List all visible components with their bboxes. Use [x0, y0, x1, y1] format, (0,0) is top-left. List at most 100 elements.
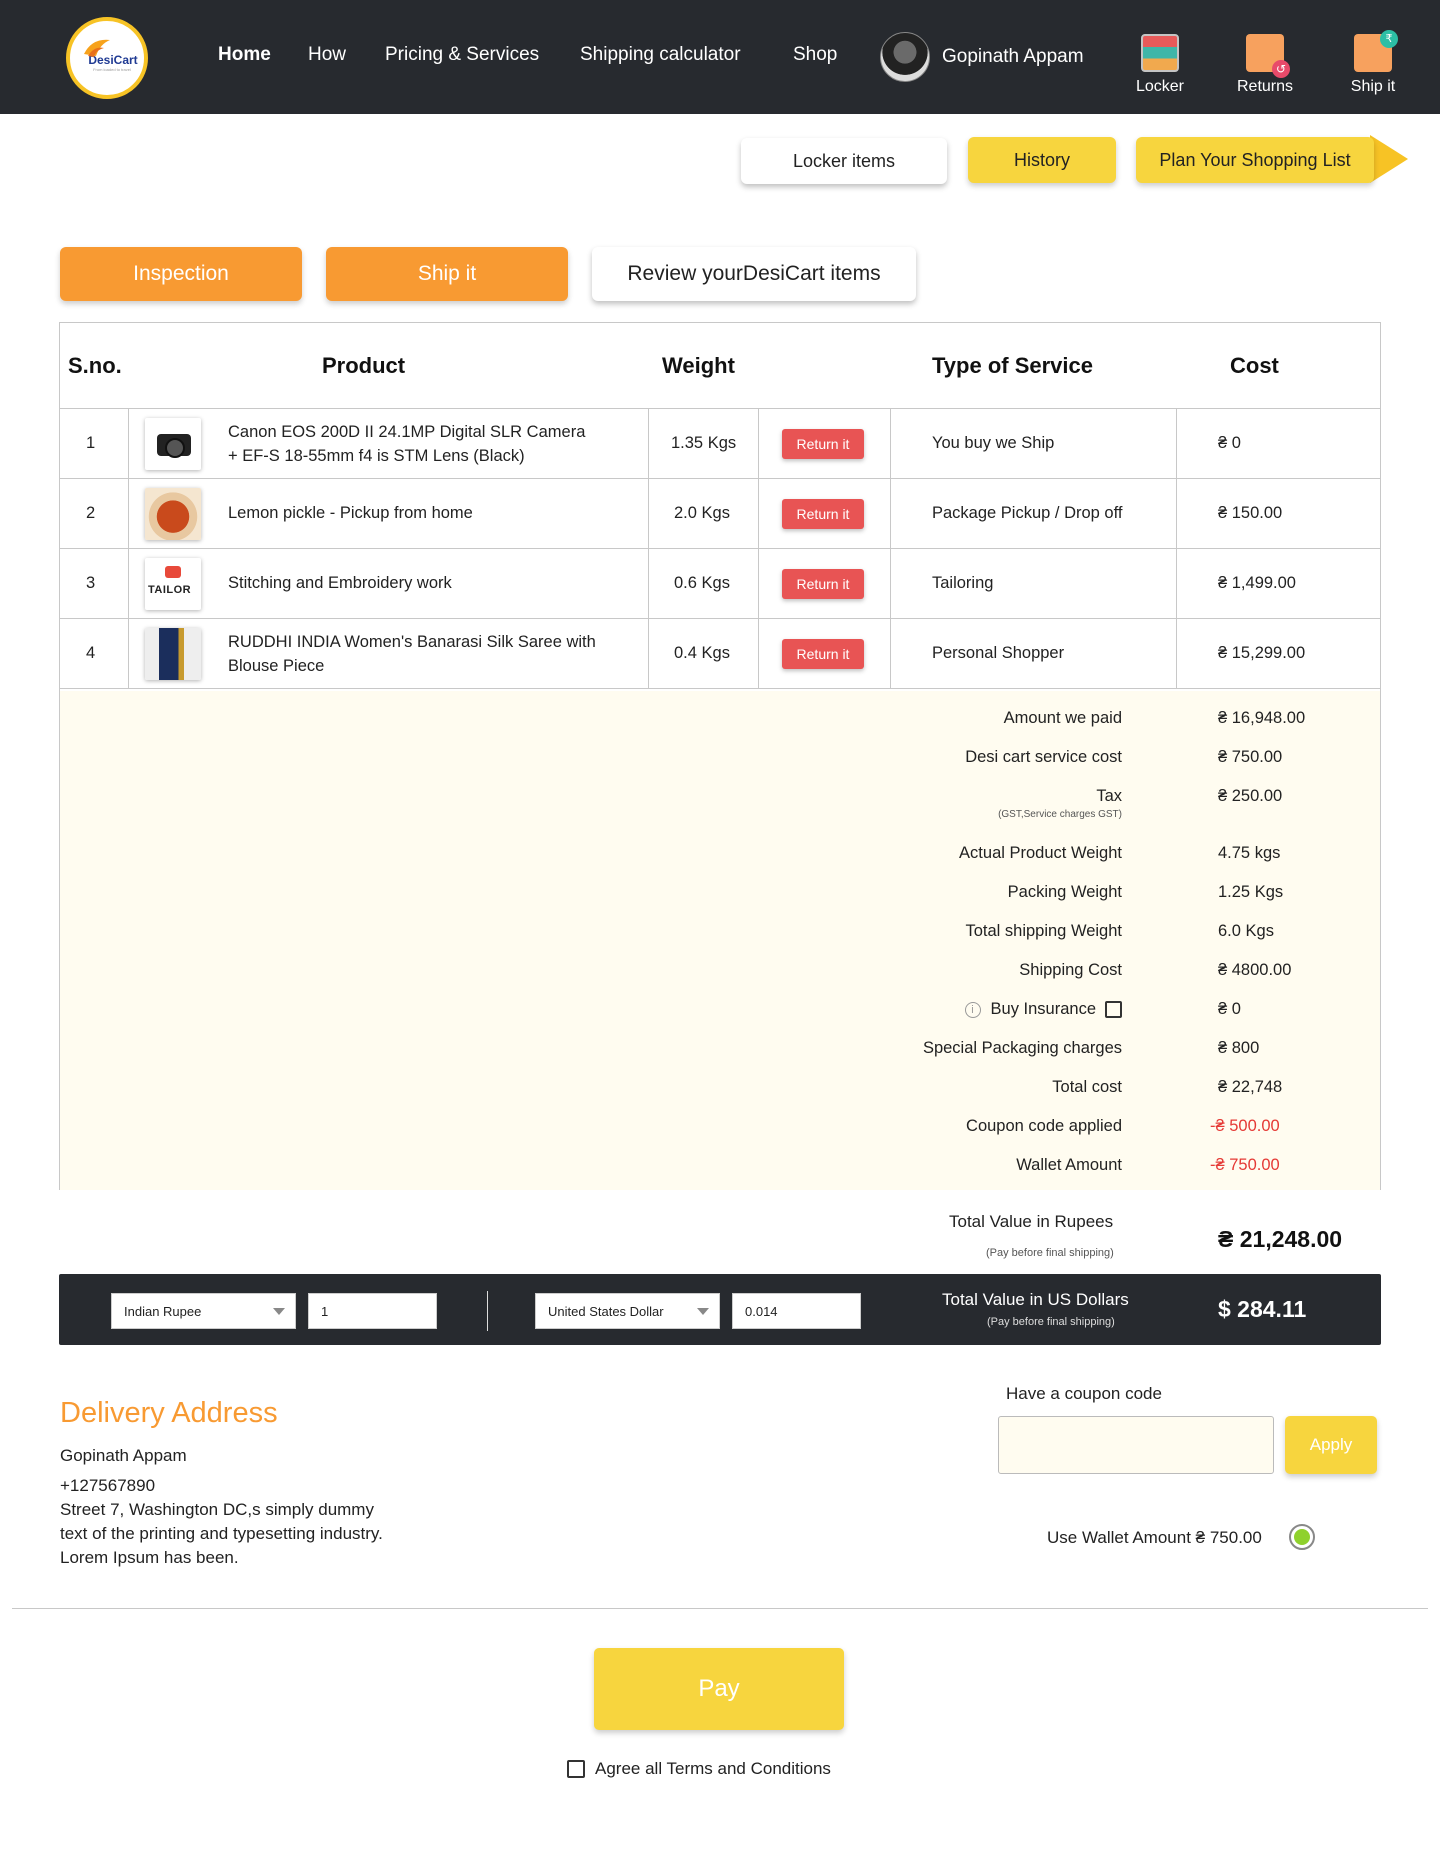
nav-shipping-calculator[interactable]: Shipping calculator: [580, 44, 741, 66]
tailor-logo-text: TAILOR: [148, 584, 192, 596]
product-thumbnail-tailor[interactable]: TAILOR: [145, 558, 201, 610]
summary-actual-weight: Actual Product Weight 4.75 kgs: [60, 844, 1380, 868]
return-it-button[interactable]: Return it: [782, 569, 864, 599]
product-name-line2: + EF-S 18-55mm f4 is STM Lens (Black): [228, 446, 525, 465]
delivery-address-title: Delivery Address: [60, 1397, 278, 1429]
cost-summary: Amount we paid ₴ 16,948.00 Desi cart ser…: [60, 691, 1380, 1190]
bird-logo-icon: [84, 39, 110, 57]
row-cost: ₴ 0: [1218, 434, 1241, 452]
return-it-button[interactable]: Return it: [782, 499, 864, 529]
locker-icon: [1141, 34, 1179, 72]
tab-review-items[interactable]: Review yourDesiCart items: [592, 247, 916, 301]
summary-label: Shipping Cost: [1019, 961, 1122, 979]
header-locker[interactable]: Locker: [1115, 34, 1205, 96]
product-name-line1: Canon EOS 200D II 24.1MP Digital SLR Cam…: [228, 422, 586, 441]
row-weight: 0.4 Kgs: [674, 644, 730, 662]
tax-note: (GST,Service charges GST): [998, 809, 1122, 820]
summary-value: ₴ 16,948.00: [1218, 709, 1306, 727]
divider: [487, 1291, 488, 1331]
summary-value: ₴ 250.00: [1218, 787, 1283, 805]
table-row: 2 Lemon pickle - Pickup from home 2.0 Kg…: [60, 479, 1380, 549]
delivery-name: Gopinath Appam: [60, 1446, 187, 1465]
insurance-label: Buy Insurance: [990, 1000, 1096, 1018]
header-locker-label: Locker: [1135, 78, 1185, 95]
summary-value: 6.0 Kgs: [1218, 922, 1274, 940]
desicart-logo[interactable]: DesiCart From loaded to travel: [66, 17, 148, 99]
product-thumbnail-camera[interactable]: [145, 418, 201, 470]
from-amount-input[interactable]: 1: [308, 1293, 437, 1329]
user-profile[interactable]: Gopinath Appam: [880, 30, 1084, 84]
brand-tagline: From loaded to travel: [93, 66, 131, 72]
header-ship-it[interactable]: Ship it: [1328, 30, 1418, 96]
to-currency-select[interactable]: United States Dollar: [535, 1293, 720, 1329]
row-service: Tailoring: [932, 574, 994, 592]
header-product: Product: [322, 353, 406, 378]
delivery-address-line: text of the printing and typesetting ind…: [60, 1524, 383, 1543]
tab-ship-it[interactable]: Ship it: [326, 247, 568, 301]
chevron-down-icon: [273, 1308, 285, 1315]
history-button[interactable]: History: [968, 137, 1116, 183]
total-rupees-note: (Pay before final shipping): [986, 1247, 1114, 1259]
summary-label: Total shipping Weight: [965, 922, 1122, 940]
ship-it-icon: [1354, 30, 1398, 72]
summary-service-cost: Desi cart service cost ₴ 750.00: [60, 748, 1380, 772]
nav-pricing-services[interactable]: Pricing & Services: [385, 44, 539, 66]
summary-value: 4.75 kgs: [1218, 844, 1281, 862]
from-currency-select[interactable]: Indian Rupee: [111, 1293, 296, 1329]
nav-shop[interactable]: Shop: [793, 44, 837, 66]
user-name: Gopinath Appam: [942, 46, 1084, 67]
summary-insurance: i Buy Insurance ₴ 0: [60, 1000, 1380, 1024]
return-it-button[interactable]: Return it: [782, 429, 864, 459]
from-currency-value: Indian Rupee: [124, 1303, 202, 1319]
header-service: Type of Service: [932, 353, 1093, 378]
info-icon[interactable]: i: [964, 1001, 981, 1018]
return-it-button[interactable]: Return it: [782, 639, 864, 669]
terms-checkbox[interactable]: [567, 1760, 585, 1778]
to-amount-input[interactable]: 0.014: [732, 1293, 861, 1329]
row-weight: 1.35 Kgs: [671, 434, 737, 452]
row-weight: 2.0 Kgs: [674, 504, 730, 522]
row-cost: ₴ 15,299.00: [1218, 644, 1306, 662]
summary-wallet: Wallet Amount -₴ 750.00: [60, 1156, 1380, 1180]
summary-value: -₴ 500.00: [1210, 1117, 1280, 1135]
insurance-group: i Buy Insurance: [964, 1000, 1122, 1019]
nav-how[interactable]: How: [308, 44, 346, 66]
product-name-line1: RUDDHI INDIA Women's Banarasi Silk Saree…: [228, 632, 596, 651]
summary-total-weight: Total shipping Weight 6.0 Kgs: [60, 922, 1380, 946]
pay-button[interactable]: Pay: [594, 1648, 844, 1730]
coupon-input[interactable]: [998, 1416, 1274, 1474]
plan-arrow-shape: [1370, 135, 1408, 183]
row-service: Personal Shopper: [932, 644, 1065, 662]
summary-value: ₴ 800: [1218, 1039, 1260, 1057]
header-ship-it-label: Ship it: [1350, 78, 1396, 95]
summary-label: Special Packaging charges: [922, 1039, 1122, 1057]
summary-label: Coupon code applied: [966, 1117, 1122, 1135]
header-cost: Cost: [1230, 353, 1279, 378]
avatar[interactable]: [880, 32, 930, 82]
terms-agreement[interactable]: Agree all Terms and Conditions: [567, 1759, 831, 1779]
currency-converter-bar: Indian Rupee 1 United States Dollar 0.01…: [59, 1274, 1381, 1345]
summary-label: Wallet Amount: [1016, 1156, 1122, 1174]
top-navigation-bar: DesiCart From loaded to travel Home How …: [0, 0, 1440, 114]
summary-label: Desi cart service cost: [965, 748, 1122, 766]
header-returns[interactable]: Returns: [1220, 34, 1310, 96]
product-thumbnail-pickle[interactable]: [145, 488, 201, 540]
locker-items-button[interactable]: Locker items: [741, 138, 947, 184]
summary-total-cost: Total cost ₴ 22,748: [60, 1078, 1380, 1102]
summary-shipping-cost: Shipping Cost ₴ 4800.00: [60, 961, 1380, 985]
buy-insurance-checkbox[interactable]: [1105, 1001, 1122, 1019]
header-returns-label: Returns: [1236, 78, 1294, 95]
use-wallet-radio[interactable]: [1289, 1524, 1315, 1550]
delivery-address-line: Lorem Ipsum has been.: [60, 1548, 239, 1567]
summary-value: ₴ 4800.00: [1218, 961, 1292, 979]
product-thumbnail-saree[interactable]: [145, 628, 201, 680]
tab-inspection[interactable]: Inspection: [60, 247, 302, 301]
table-header: S.no. Product Weight Type of Service Cos…: [60, 323, 1380, 409]
plan-shopping-list-button[interactable]: Plan Your Shopping List: [1136, 137, 1374, 183]
summary-value: ₴ 750.00: [1218, 748, 1283, 766]
nav-home[interactable]: Home: [218, 44, 271, 66]
summary-label: Actual Product Weight: [959, 844, 1122, 862]
summary-value: -₴ 750.00: [1210, 1156, 1280, 1174]
row-sno: 2: [86, 504, 96, 522]
apply-coupon-button[interactable]: Apply: [1285, 1416, 1377, 1474]
